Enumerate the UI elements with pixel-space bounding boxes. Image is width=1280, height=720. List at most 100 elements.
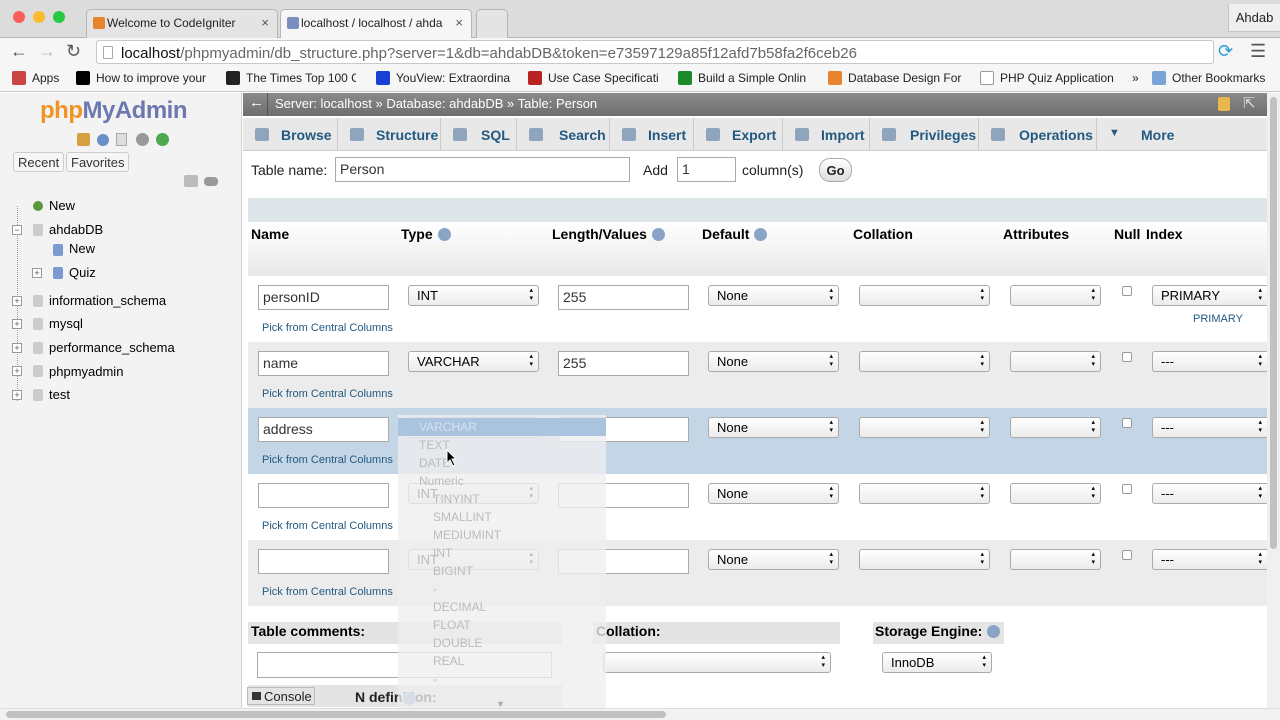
tab-search[interactable]: Search [517,118,610,151]
tree-item-test[interactable]: test [49,387,70,402]
expand-icon[interactable]: + [32,268,42,278]
address-bar[interactable]: localhost/phpmyadmin/db_structure.php?se… [96,40,1214,64]
tree-item-information-schema[interactable]: information_schema [49,293,166,308]
other-bookmarks-folder[interactable]: Other Bookmarks [1152,71,1272,85]
index-select[interactable]: --- [1152,549,1267,570]
column-name-input[interactable] [258,549,389,574]
column-name-input[interactable]: personID [258,285,389,310]
breadcrumb-table[interactable]: Table: Person [518,96,598,111]
console-button[interactable]: Console [247,687,315,705]
recent-button[interactable]: Recent [13,152,65,172]
index-select[interactable]: --- [1152,417,1267,438]
attributes-select[interactable] [1010,417,1101,438]
dropdown-option[interactable]: DECIMAL [398,598,606,616]
scrollbar-thumb[interactable] [6,711,666,718]
menu-icon[interactable]: ☰ [1250,41,1266,61]
reload-navigation-icon[interactable] [156,133,169,146]
link-icon[interactable] [204,177,218,186]
default-select[interactable]: None [708,417,839,438]
collation-select[interactable] [859,483,990,504]
header-attributes[interactable]: Attributes [1003,226,1069,242]
browser-tab-codeigniter[interactable]: Welcome to CodeIgniter × [86,9,278,38]
tree-item-phpmyadmin[interactable]: phpmyadmin [49,364,123,379]
help-icon[interactable] [97,134,109,146]
pick-central-columns-link[interactable]: Pick from Central Columns [262,520,393,532]
collation-select[interactable] [859,285,990,306]
type-select[interactable]: VARCHAR [408,351,539,372]
column-name-input[interactable] [258,483,389,508]
dropdown-option[interactable]: SMALLINT [398,508,606,526]
expand-icon[interactable]: + [12,343,22,353]
dropdown-option[interactable]: TINYINT [398,490,606,508]
pick-central-columns-link[interactable]: Pick from Central Columns [262,454,393,466]
close-window-button[interactable] [13,11,25,23]
help-icon[interactable] [754,228,768,241]
horizontal-scrollbar[interactable] [0,708,1280,720]
breadcrumb-database[interactable]: Database: ahdabDB [386,96,503,111]
tab-operations[interactable]: Operations [979,118,1097,151]
dropdown-option[interactable]: DATE [398,454,606,472]
extension-icon[interactable]: ⟳ [1218,41,1233,61]
maximize-window-button[interactable] [53,11,65,23]
tree-item-ahdabdb[interactable]: ahdabDB [49,222,103,237]
dropdown-option[interactable]: VARCHAR [398,418,606,436]
header-collation[interactable]: Collation [853,226,913,242]
bookmark-item[interactable]: The Times Top 100 C [226,71,356,85]
column-name-input[interactable]: address [258,417,389,442]
column-name-input[interactable]: name [258,351,389,376]
tab-export[interactable]: Export [694,118,783,151]
collapse-icon[interactable]: ⇱ [1243,94,1256,112]
tree-item-mysql[interactable]: mysql [49,316,83,331]
expand-icon[interactable]: + [12,390,22,400]
null-checkbox[interactable] [1122,352,1132,362]
dropdown-option[interactable]: DOUBLE [398,634,606,652]
default-select[interactable]: None [708,351,839,372]
tree-item-quiz[interactable]: Quiz [69,265,96,280]
default-select[interactable]: None [708,483,839,504]
back-arrow-icon[interactable]: ← [249,94,264,111]
pick-central-columns-link[interactable]: Pick from Central Columns [262,388,393,400]
back-arrow-icon[interactable]: ← [10,41,28,61]
add-columns-input[interactable]: 1 [677,157,736,182]
phpmyadmin-logo[interactable]: phpMyAdmin [40,97,187,125]
tab-browse[interactable]: Browse [243,118,338,151]
type-select[interactable]: INT [408,285,539,306]
browser-tab-phpmyadmin[interactable]: localhost / localhost / ahda × [280,9,472,38]
pick-central-columns-link[interactable]: Pick from Central Columns [262,322,393,334]
help-icon[interactable] [987,625,1001,638]
storage-engine-select[interactable]: InnoDB [882,652,992,673]
breadcrumb-server[interactable]: Server: localhost [275,96,372,111]
close-tab-icon[interactable]: × [455,15,463,30]
tree-item-new[interactable]: New [49,198,75,213]
help-icon[interactable] [651,228,665,241]
type-dropdown-list[interactable]: VARCHAR TEXT DATE Numeric TINYINT SMALLI… [398,415,606,715]
index-select[interactable]: --- [1152,351,1267,372]
tree-item-new-table[interactable]: New [69,241,95,256]
profile-button[interactable]: Ahdab [1228,4,1280,32]
attributes-select[interactable] [1010,351,1101,372]
header-name[interactable]: Name [251,226,289,242]
dropdown-option[interactable]: TEXT [398,436,606,454]
dropdown-option[interactable]: BIGINT [398,562,606,580]
expand-icon[interactable]: + [12,319,22,329]
attributes-select[interactable] [1010,549,1101,570]
index-select[interactable]: --- [1152,483,1267,504]
dropdown-option[interactable]: FLOAT [398,616,606,634]
minimize-window-button[interactable] [33,11,45,23]
header-default[interactable]: Default [702,226,768,242]
collation-select[interactable] [859,417,990,438]
header-index[interactable]: Index [1146,226,1183,242]
attributes-select[interactable] [1010,285,1101,306]
favorites-button[interactable]: Favorites [66,152,130,172]
collation-select[interactable] [859,549,990,570]
go-button[interactable]: Go [819,158,852,182]
null-checkbox[interactable] [1122,550,1132,560]
tab-sql[interactable]: SQL [441,118,517,151]
length-input[interactable]: 255 [558,351,689,376]
header-null[interactable]: Null [1114,226,1140,242]
index-select[interactable]: PRIMARY [1152,285,1267,306]
help-icon[interactable] [437,228,451,241]
settings-gear-icon[interactable] [136,133,149,146]
tree-item-performance-schema[interactable]: performance_schema [49,340,175,355]
attributes-select[interactable] [1010,483,1101,504]
